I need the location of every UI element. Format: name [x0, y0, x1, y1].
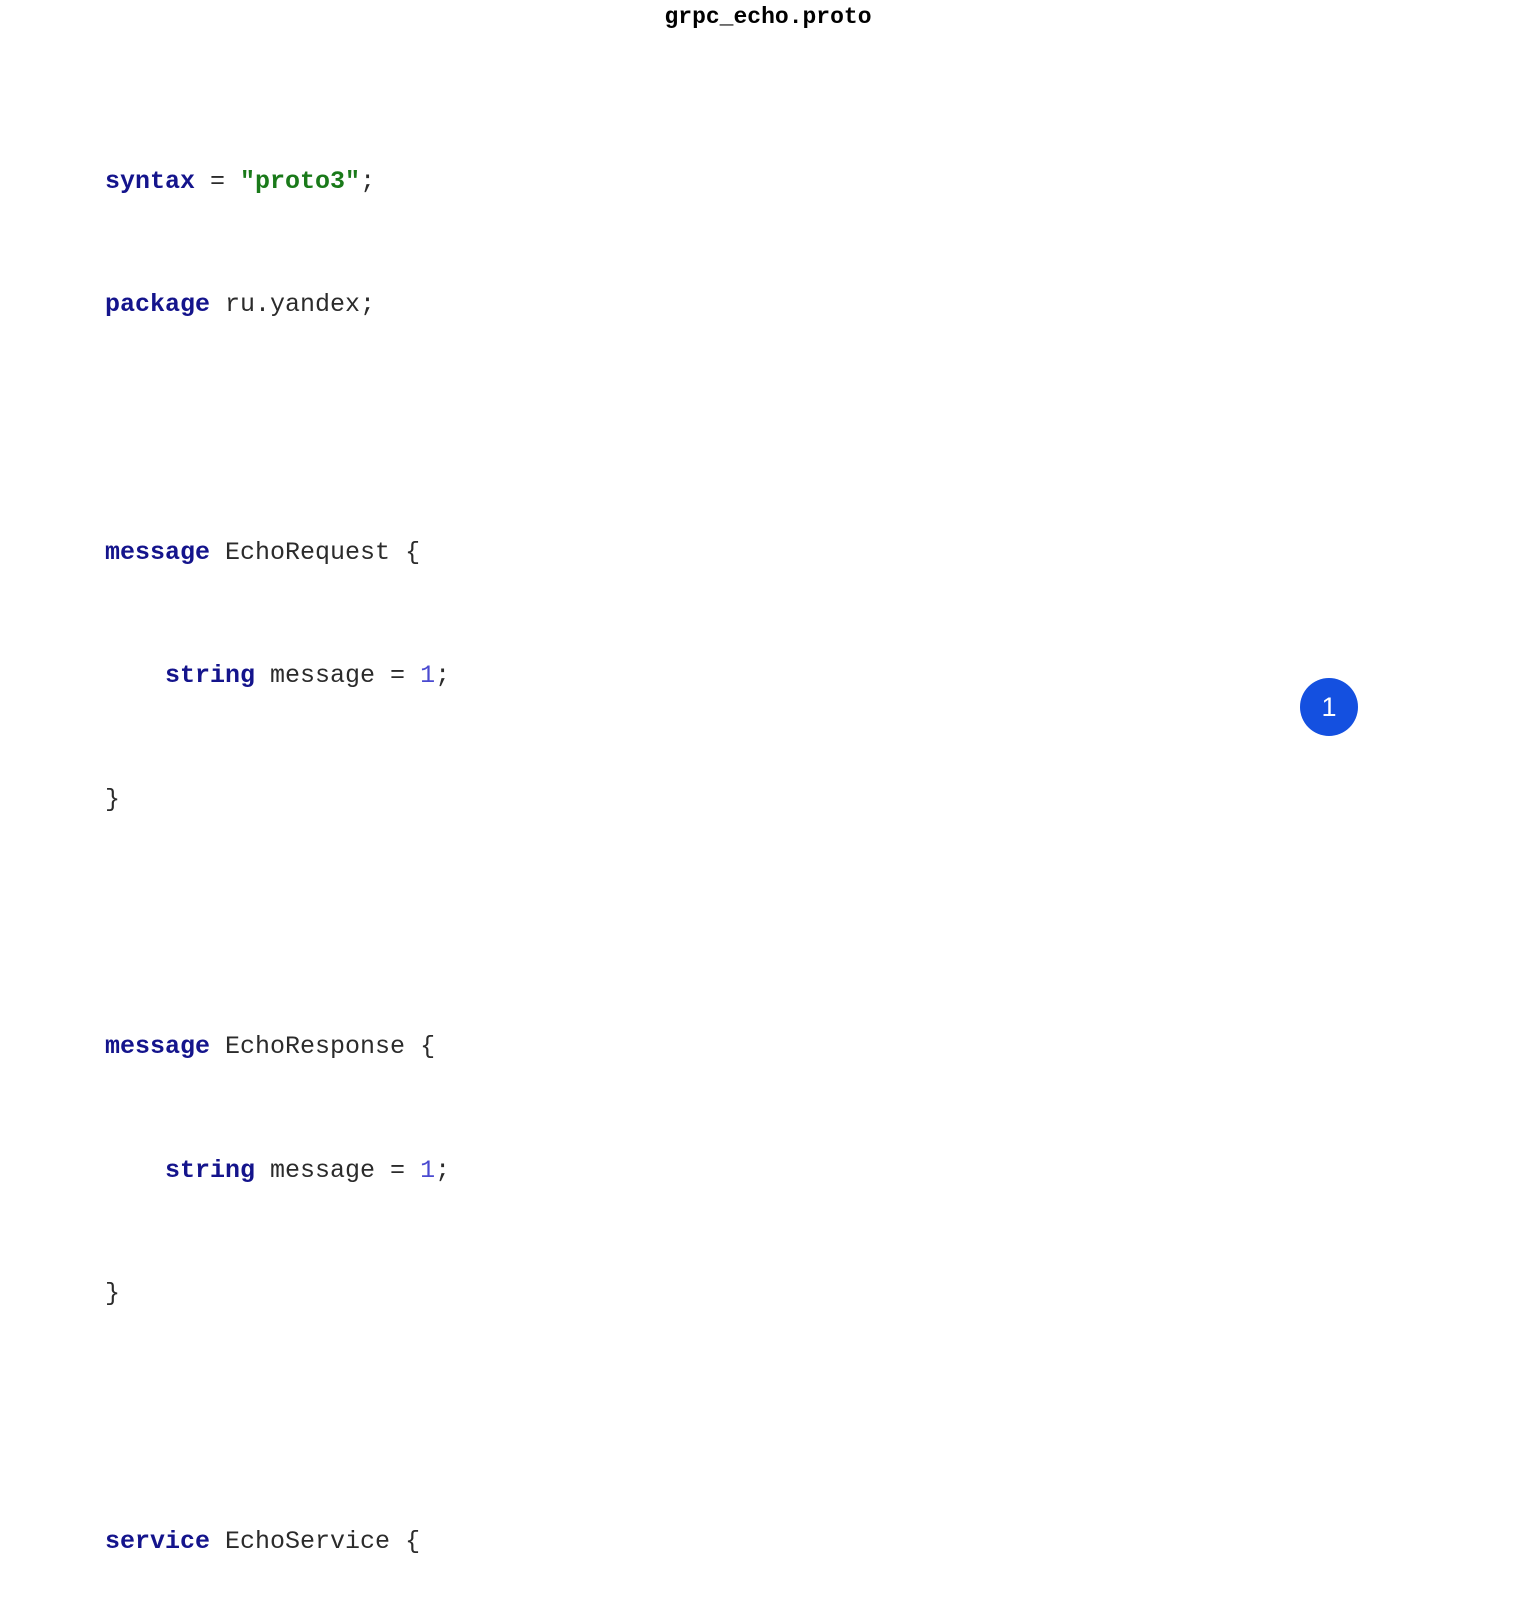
semicolon: ; — [435, 1155, 451, 1185]
code-line: message EchoRequest { — [105, 538, 1245, 569]
field-message: message = — [255, 1155, 421, 1185]
message-name-echorequest: EchoRequest { — [210, 537, 421, 567]
semicolon: ; — [360, 166, 376, 196]
field-number: 1 — [420, 661, 436, 691]
code-block: syntax = "proto3"; package ru.yandex; me… — [105, 74, 1245, 1600]
closing-brace: } — [105, 1279, 121, 1309]
field-number: 1 — [420, 1155, 436, 1185]
code-line: } — [105, 1279, 1245, 1310]
page-title: grpc_echo.proto — [664, 4, 872, 30]
keyword-service: service — [105, 1526, 211, 1556]
keyword-message: message — [105, 1032, 211, 1062]
field-message: message = — [255, 661, 421, 691]
keyword-syntax: syntax — [105, 166, 196, 196]
code-line: } — [105, 785, 1245, 816]
service-name-echoservice: EchoService { — [210, 1526, 421, 1556]
keyword-string: string — [165, 1155, 256, 1185]
code-line: string message = 1; — [105, 1156, 1245, 1187]
slide-canvas: grpc_echo.proto syntax = "proto3"; packa… — [0, 0, 1536, 1556]
code-line: syntax = "proto3"; — [105, 167, 1245, 198]
keyword-string: string — [165, 661, 256, 691]
code-line: service EchoService { — [105, 1527, 1245, 1558]
semicolon: ; — [435, 661, 451, 691]
operator-assign: = — [195, 166, 241, 196]
keyword-message: message — [105, 537, 211, 567]
code-line: package ru.yandex; — [105, 290, 1245, 321]
closing-brace: } — [105, 784, 121, 814]
step-badge-1: 1 — [1300, 678, 1358, 736]
package-name: ru.yandex; — [210, 290, 376, 320]
keyword-package: package — [105, 290, 211, 320]
code-line: string message = 1; — [105, 661, 1245, 692]
code-line: message EchoResponse { — [105, 1032, 1245, 1063]
string-literal-proto3: "proto3" — [240, 166, 361, 196]
message-name-echoresponse: EchoResponse { — [210, 1032, 436, 1062]
